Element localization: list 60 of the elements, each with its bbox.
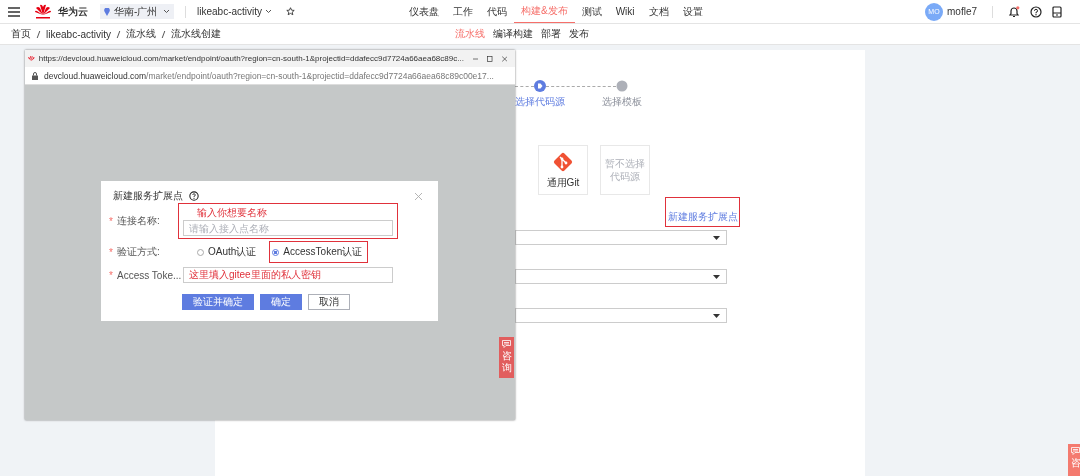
annotation-text: 输入你想要名称 [197,207,267,219]
source-card[interactable]: 通用Git [538,145,588,195]
step-label: 选择代码源 [514,95,566,109]
required-mark: * [109,215,114,227]
radio-option[interactable]: AccessToken认证 [269,241,369,263]
dialog-button[interactable]: 取消 [307,294,350,310]
card-label: 暂不选择代码源 [604,157,646,183]
breadcrumb-link[interactable]: 流水线创建 [171,27,222,41]
consult-tab[interactable]: 咨询 [499,337,514,378]
chevron-down-icon [163,9,170,14]
breadcrumb-link[interactable]: 流水线 [126,27,157,41]
nav-tab[interactable]: 仪表盘 [402,0,446,23]
sub-tab[interactable]: 编译构建 [493,27,533,41]
help-icon[interactable] [1030,5,1042,18]
star-icon[interactable] [286,7,296,16]
logo-icon[interactable] [34,4,52,19]
sub-tab[interactable]: 部署 [541,27,561,41]
field-label: 验证方式: [117,245,161,259]
dialog-button[interactable]: 确定 [259,294,302,310]
dropdown-field[interactable] [515,269,727,284]
field-label: Access Toke... [117,270,183,281]
nav-tab[interactable]: 代码 [480,0,514,23]
brand-name: 华为云 [58,4,88,19]
nav-tab[interactable]: 文档 [641,0,676,23]
nav-tab[interactable]: 设置 [675,0,710,23]
device-icon[interactable] [1052,5,1062,18]
user-name[interactable]: mofle7 [947,6,977,17]
text-field[interactable]: 这里填入gitee里面的私人密钥 [183,267,393,283]
required-mark: * [109,246,114,258]
maximize-icon[interactable] [487,54,493,63]
menu-icon[interactable] [8,6,20,17]
chevron-down-icon [265,9,273,14]
field-label: 连接名称: [117,214,161,228]
sub-tab[interactable]: 发布 [569,27,589,41]
dialog-title: 新建服务扩展点 [113,189,183,203]
chat-icon [502,340,511,348]
project-select[interactable]: likeabc-activity [197,6,273,17]
help-icon[interactable] [189,191,199,201]
window-title: https://devcloud.huaweicloud.com/market/endpoint/oauth?region=cn-south-1&projectid=ddafecc9d7724a66aea68c89c... [38,54,464,63]
chat-icon [1071,447,1080,455]
breadcrumb-link[interactable]: 首页 [11,27,31,41]
new-endpoint-link[interactable]: 新建服务扩展点 [668,211,738,222]
bell-icon[interactable] [1008,5,1020,18]
nav-tab[interactable]: 测试 [574,0,609,23]
dialog-button[interactable]: 验证并确定 [181,294,254,310]
dropdown-field[interactable] [515,230,727,245]
radio-option[interactable]: OAuth认证 [194,241,263,263]
logo-icon [28,54,35,63]
required-mark: * [109,270,114,281]
lock-icon [32,71,38,80]
step-label: 选择模板 [601,95,643,109]
region-select[interactable]: 华南-广州 [100,4,174,19]
text-field[interactable]: 请输入接入点名称 [183,220,393,236]
location-pin-icon [104,7,110,16]
nav-tab[interactable]: 工作 [446,0,480,23]
card-label: 通用Git [546,175,580,190]
nav-tab[interactable]: Wiki [608,0,642,23]
breadcrumb-link[interactable]: likeabc-activity [46,28,112,40]
close-icon[interactable] [501,54,507,63]
dropdown-field[interactable] [515,308,727,323]
